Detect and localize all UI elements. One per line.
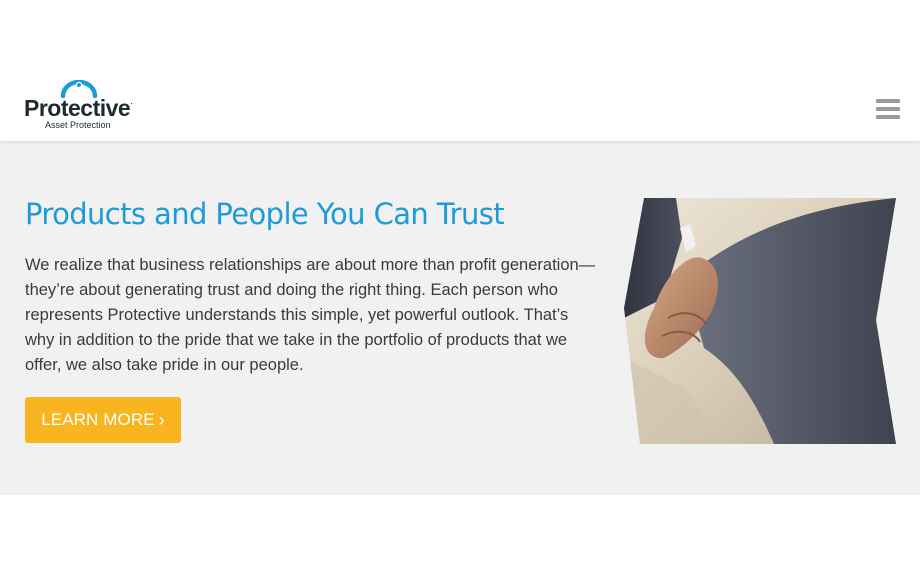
page-bottom-whitespace [0, 495, 920, 575]
handshake-photo [624, 198, 896, 444]
logo-subtitle: Asset Protection [45, 120, 111, 130]
hamburger-menu-icon[interactable] [874, 97, 902, 121]
logo-wordmark: Protective. [24, 95, 133, 121]
hero-body-text: We realize that business relationships a… [25, 256, 596, 374]
chevron-right-icon: › [158, 410, 165, 430]
logo-trademark: . [130, 96, 133, 107]
hero-title: Products and People You Can Trust [25, 197, 505, 231]
hero-section: Products and People You Can Trust We rea… [0, 141, 920, 495]
learn-more-button[interactable]: LEARN MORE › [25, 397, 181, 443]
learn-more-label: LEARN MORE [41, 410, 155, 429]
protective-logo[interactable]: Protective. Asset Protection [24, 80, 144, 135]
site-header: Protective. Asset Protection [0, 0, 920, 141]
